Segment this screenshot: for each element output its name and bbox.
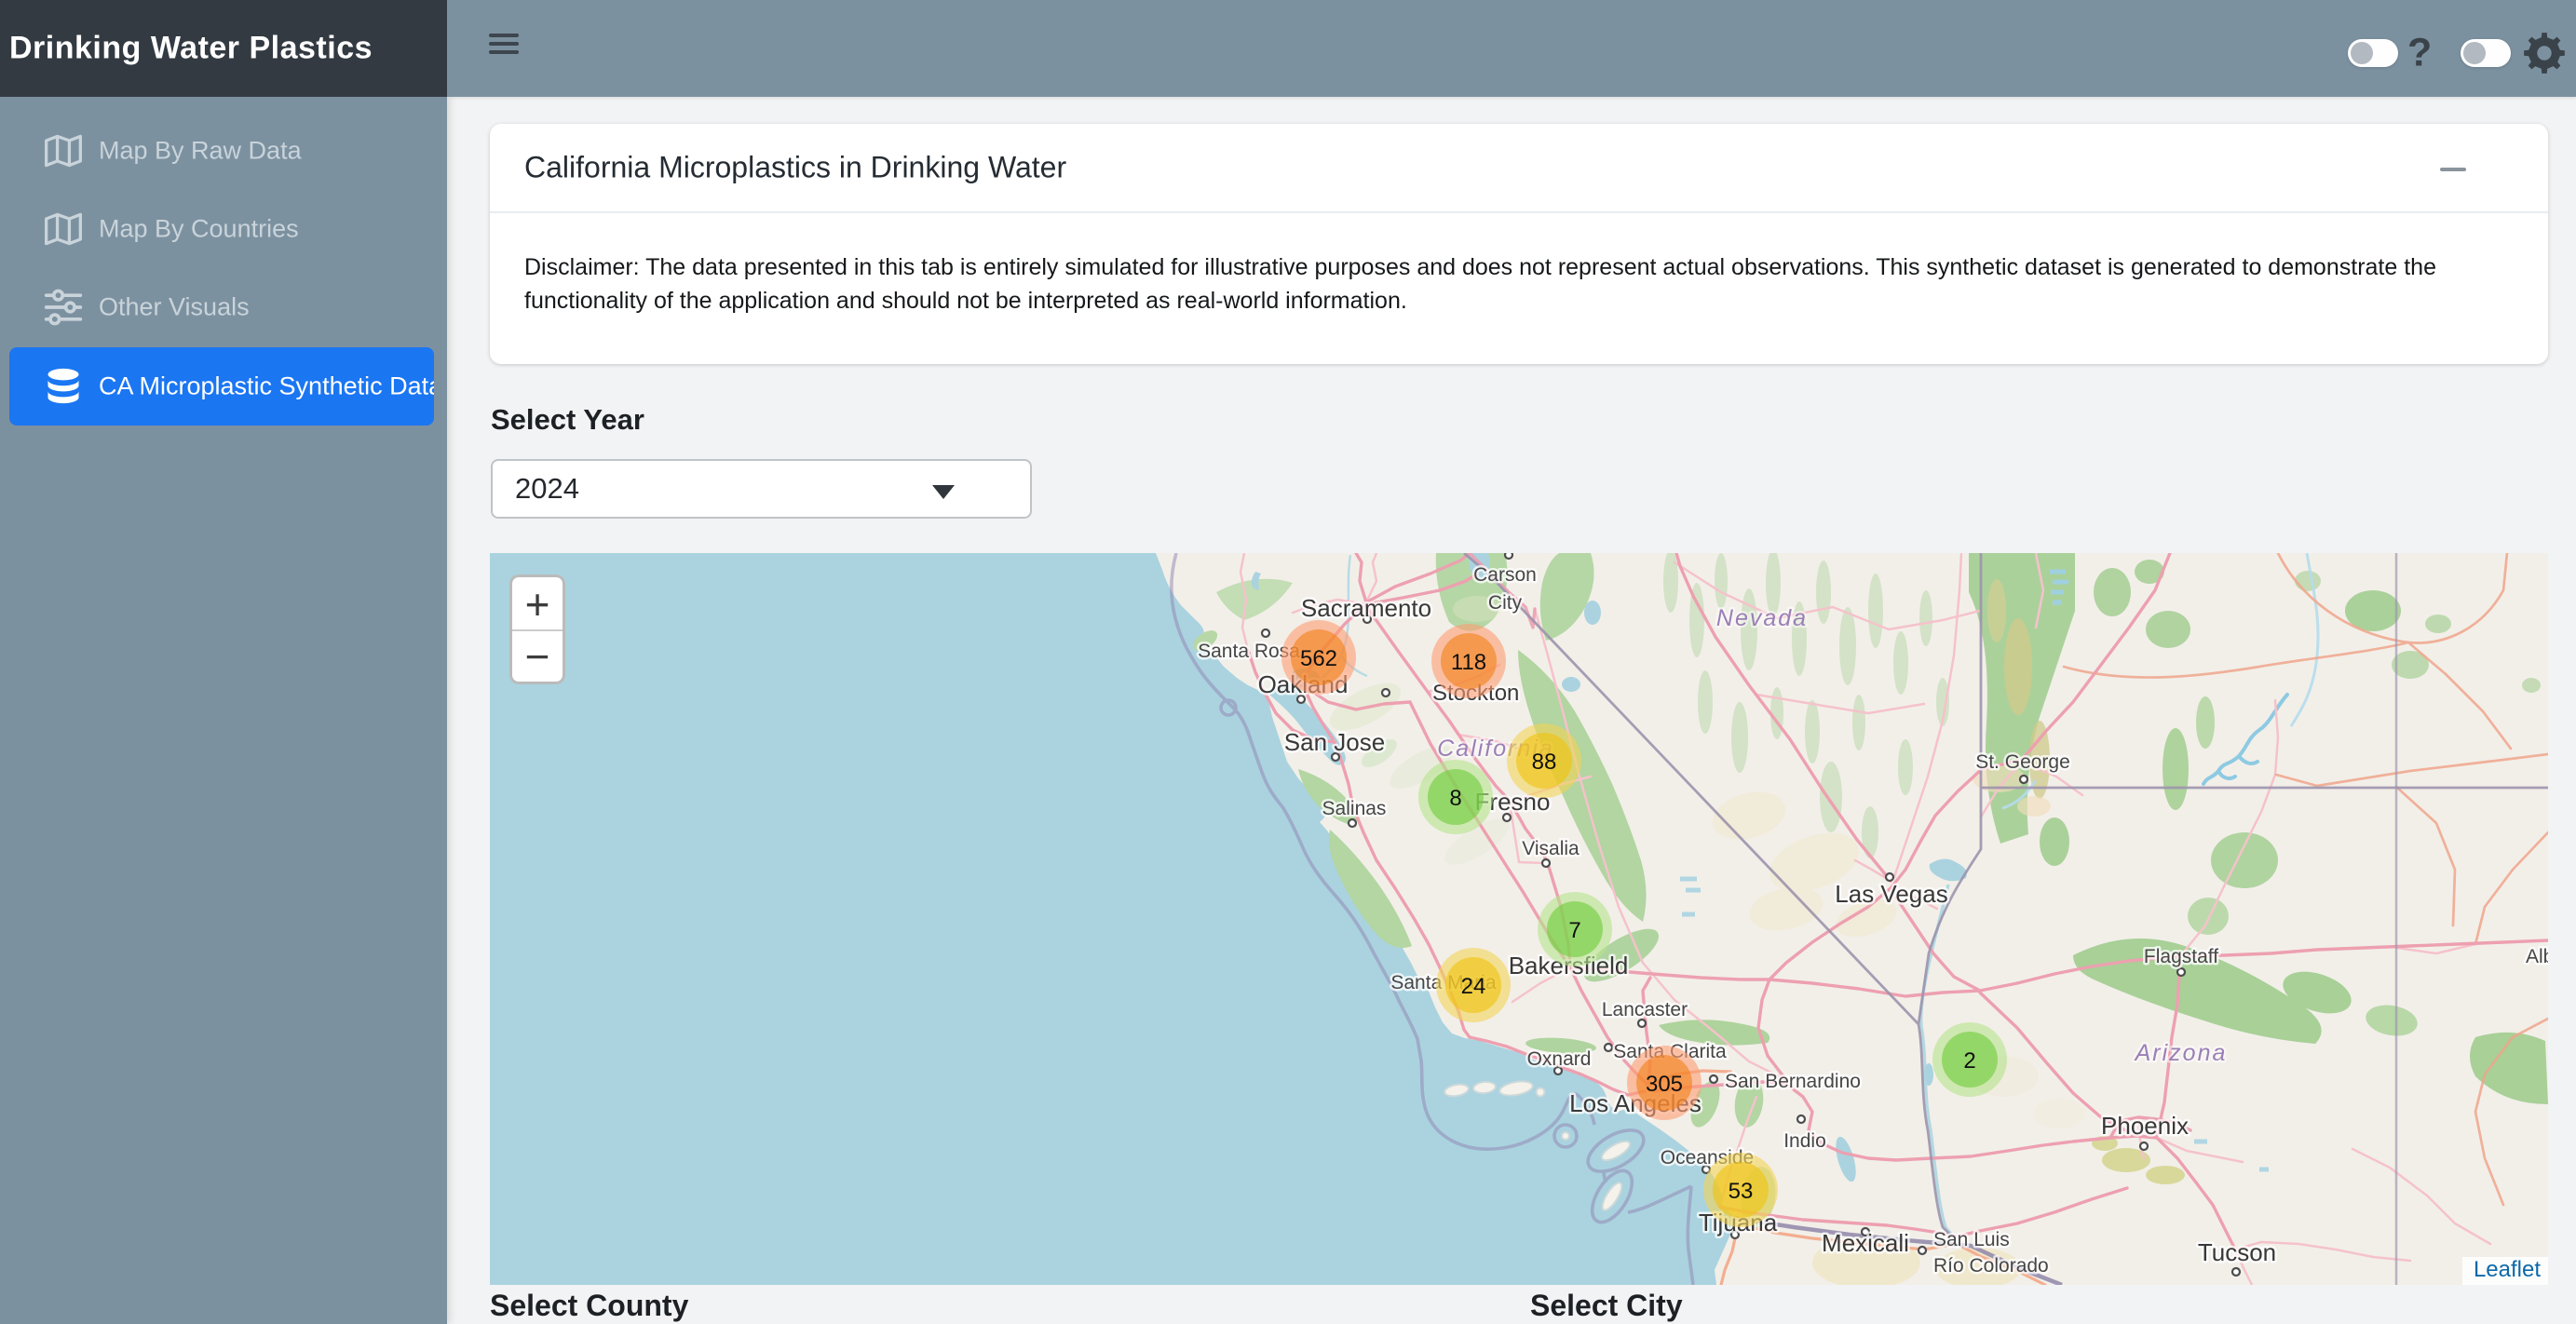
svg-text:118: 118 [1451,650,1486,675]
svg-text:Las Vegas: Las Vegas [1835,880,1947,908]
svg-text:San Luis: San Luis [1933,1229,2010,1250]
svg-text:Río Colorado: Río Colorado [1933,1255,2049,1277]
svg-text:Sacramento: Sacramento [1301,594,1431,622]
svg-text:562: 562 [1300,646,1337,671]
svg-text:St. George: St. George [1975,751,2070,773]
svg-text:Oxnard: Oxnard [1527,1048,1592,1070]
svg-text:San Bernardino: San Bernardino [1725,1071,1861,1092]
svg-text:24: 24 [1461,974,1486,999]
svg-text:Lancaster: Lancaster [1602,999,1688,1020]
svg-text:Indio: Indio [1783,1130,1826,1152]
svg-text:Nevada: Nevada [1716,605,1808,631]
svg-text:San Jose: San Jose [1284,728,1385,756]
svg-text:88: 88 [1532,750,1557,775]
svg-text:Tucson: Tucson [2198,1238,2276,1266]
svg-text:Visalia: Visalia [1522,838,1579,859]
svg-text:305: 305 [1646,1072,1683,1097]
svg-text:Phoenix: Phoenix [2101,1112,2189,1140]
svg-text:City: City [1488,592,1523,614]
svg-text:Salinas: Salinas [1322,798,1387,819]
svg-text:2: 2 [1963,1048,1975,1074]
svg-text:8: 8 [1449,786,1461,811]
svg-text:7: 7 [1568,918,1580,943]
svg-text:Carson: Carson [1473,564,1537,586]
svg-text:53: 53 [1729,1179,1754,1204]
svg-text:Flagstaff: Flagstaff [2144,946,2218,967]
svg-text:Albuquerque: Albuquerque [2526,946,2548,967]
svg-text:Mexicali: Mexicali [1822,1229,1909,1257]
svg-text:Arizona: Arizona [2134,1040,2228,1066]
